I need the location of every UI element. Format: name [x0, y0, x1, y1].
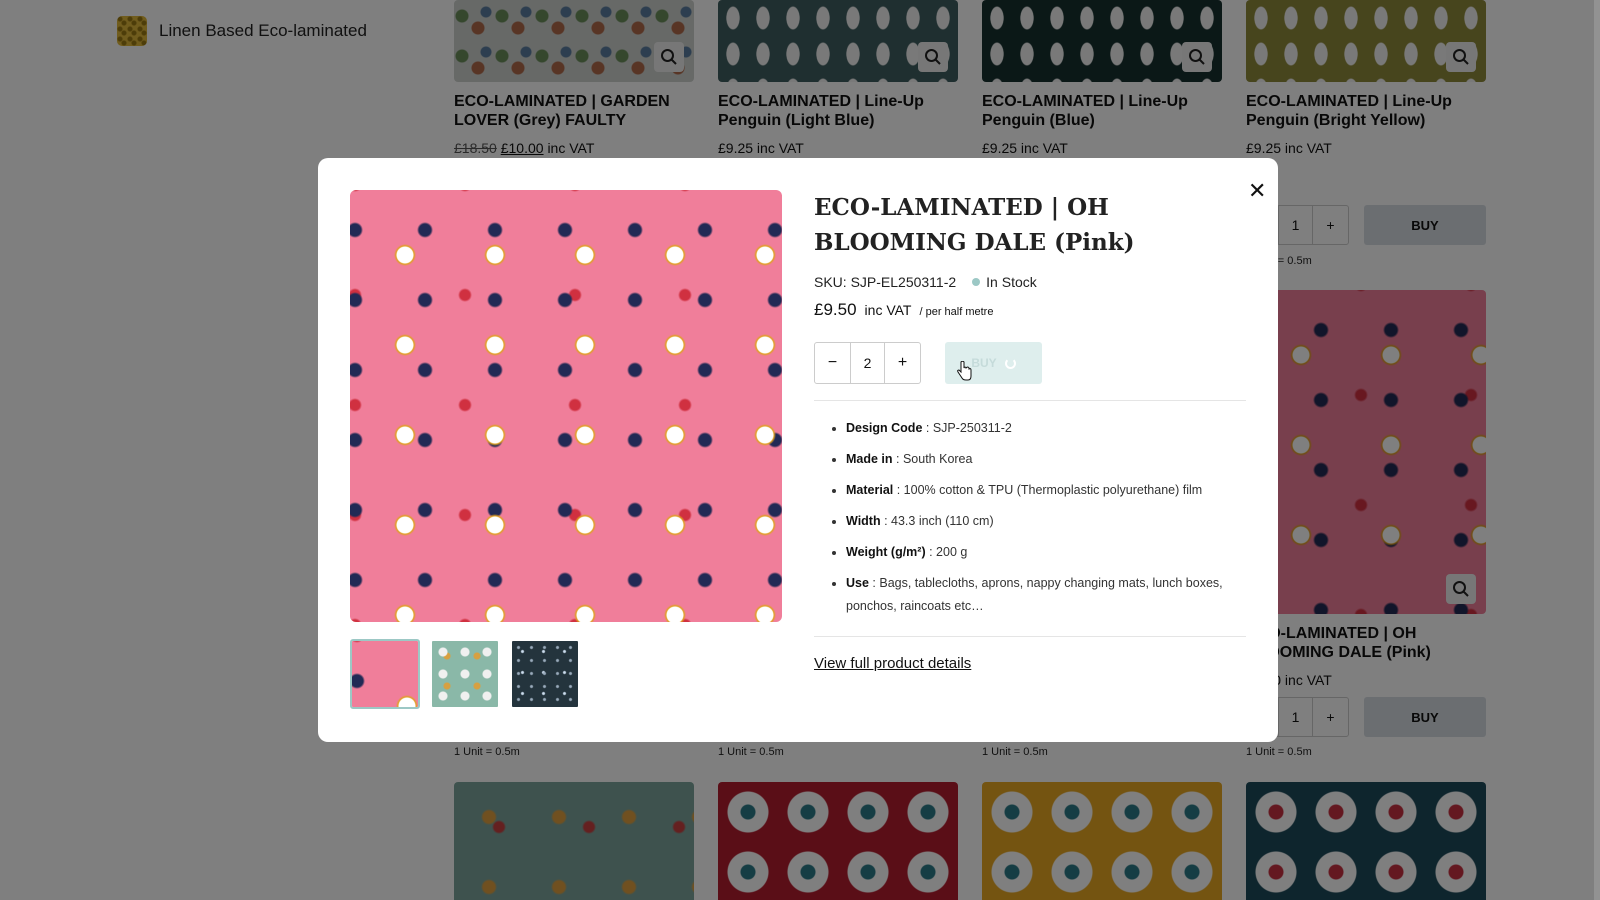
sku: SKU: SJP-EL250311-2	[814, 274, 956, 290]
spec-label: Weight (g/m²)	[846, 545, 926, 559]
divider	[814, 636, 1246, 637]
thumbnail-navy[interactable]	[510, 639, 580, 709]
buy-row: − 2 + BUY	[814, 342, 1246, 384]
spec-item: Use : Bags, tablecloths, aprons, nappy c…	[846, 572, 1246, 618]
spec-value: : SJP-250311-2	[922, 421, 1012, 435]
sku-value: SJP-EL250311-2	[850, 274, 957, 290]
quick-view-modal: ✕ ECO-LAMINATED | OH BLOOMING DALE (Pink…	[318, 158, 1278, 742]
thumbnail-mint[interactable]	[430, 639, 500, 709]
price-value: £9.50	[814, 300, 857, 319]
spec-item: Width : 43.3 inch (110 cm)	[846, 510, 1246, 533]
spec-label: Use	[846, 576, 869, 590]
price-vat: inc VAT	[864, 302, 912, 318]
spec-item: Material : 100% cotton & TPU (Thermoplas…	[846, 479, 1246, 502]
page-scrollbar[interactable]	[1594, 0, 1600, 900]
spec-label: Made in	[846, 452, 893, 466]
close-icon[interactable]: ✕	[1248, 180, 1266, 202]
page: Linen Based Eco-laminated ECO-LAMINATED …	[0, 0, 1600, 900]
main-product-image	[350, 190, 782, 622]
spec-item: Made in : South Korea	[846, 448, 1246, 471]
loading-spinner-icon	[1004, 357, 1016, 369]
sku-label: SKU:	[814, 274, 847, 290]
spec-value: : 100% cotton & TPU (Thermoplastic polyu…	[893, 483, 1203, 497]
price-row: £9.50 inc VAT / per half metre	[814, 300, 1246, 320]
stock-dot-icon	[972, 278, 981, 286]
spec-list: Design Code : SJP-250311-2 Made in : Sou…	[814, 417, 1246, 618]
spec-label: Design Code	[846, 421, 923, 435]
thumbnail-pink[interactable]	[350, 639, 420, 709]
plus-icon[interactable]: +	[885, 343, 920, 383]
spec-value: : 200 g	[925, 545, 968, 559]
spec-value: : South Korea	[892, 452, 973, 466]
quantity-stepper[interactable]: − 2 +	[814, 342, 921, 384]
spec-label: Width	[846, 514, 881, 528]
buy-label: BUY	[971, 356, 997, 370]
product-title: ECO-LAMINATED | OH BLOOMING DALE (Pink)	[814, 194, 1135, 256]
minus-icon[interactable]: −	[815, 343, 850, 383]
price-per: / per half metre	[919, 306, 994, 318]
stock-status: In Stock	[972, 274, 1037, 290]
view-full-details-link[interactable]: View full product details	[814, 655, 971, 672]
spec-value: : 43.3 inch (110 cm)	[880, 514, 994, 528]
spec-item: Design Code : SJP-250311-2	[846, 417, 1246, 440]
quantity-value[interactable]: 2	[850, 343, 885, 383]
product-info: ECO-LAMINATED | OH BLOOMING DALE (Pink) …	[814, 190, 1246, 673]
spec-label: Material	[846, 483, 894, 497]
divider	[814, 400, 1246, 401]
sku-row: SKU: SJP-EL250311-2 In Stock	[814, 274, 1246, 290]
hand-cursor-icon	[957, 361, 972, 381]
spec-value: : Bags, tablecloths, aprons, nappy chang…	[846, 576, 1223, 613]
stock-label: In Stock	[986, 274, 1037, 290]
spec-item: Weight (g/m²) : 200 g	[846, 541, 1246, 564]
thumbnail-strip	[350, 639, 580, 709]
